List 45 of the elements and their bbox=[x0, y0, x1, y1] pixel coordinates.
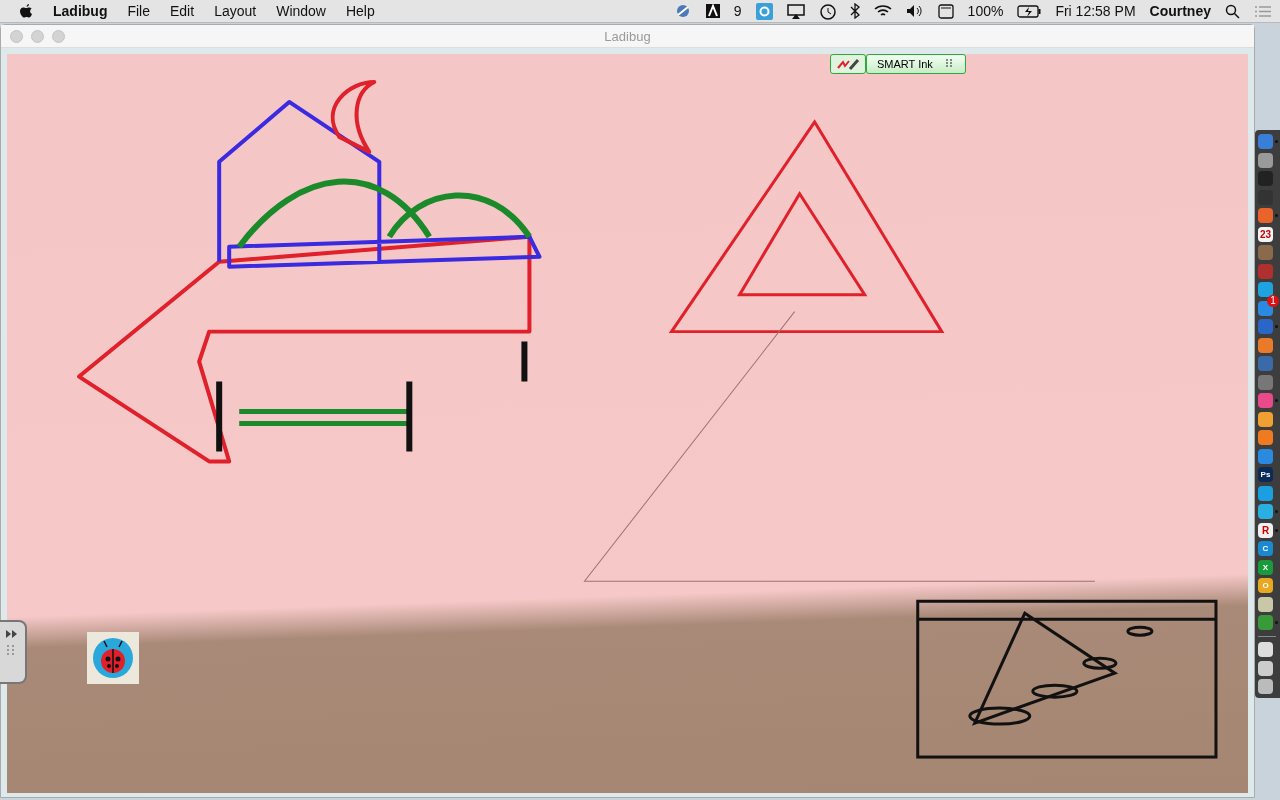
apple-logo-icon[interactable] bbox=[20, 3, 33, 19]
menu-item[interactable]: Edit bbox=[170, 3, 195, 19]
menu-item[interactable]: Window bbox=[276, 3, 326, 19]
grip-icon bbox=[944, 59, 955, 69]
record-icon[interactable] bbox=[755, 2, 773, 20]
pen-tool-button[interactable] bbox=[830, 54, 866, 74]
dock-stack-icon[interactable] bbox=[1258, 642, 1273, 657]
dock-app-icon[interactable] bbox=[1258, 411, 1273, 427]
dock-app-icon[interactable]: 23 bbox=[1258, 226, 1273, 242]
dock-app-icon[interactable]: R bbox=[1258, 522, 1273, 538]
airplay-icon[interactable] bbox=[786, 3, 805, 19]
battery-percentage: 100% bbox=[967, 3, 1004, 19]
dock-stack-icon[interactable] bbox=[1258, 679, 1273, 694]
notification-count: 9 bbox=[733, 3, 742, 19]
dock-app-icon[interactable] bbox=[1258, 485, 1273, 501]
ladibug-button[interactable] bbox=[87, 632, 139, 684]
expand-icon bbox=[5, 628, 19, 658]
dock-stack-icon[interactable] bbox=[1258, 660, 1273, 676]
clock-icon[interactable] bbox=[818, 2, 836, 20]
dock-app-icon[interactable] bbox=[1258, 596, 1273, 612]
battery-charging-icon[interactable] bbox=[1017, 4, 1042, 18]
menu-item[interactable]: Help bbox=[345, 3, 375, 19]
dock-app-icon[interactable] bbox=[1258, 152, 1273, 168]
dock-app-icon[interactable] bbox=[1258, 430, 1273, 445]
window-title: Ladibug bbox=[604, 28, 651, 44]
dock-app-icon[interactable]: X bbox=[1258, 559, 1273, 575]
menubar-clock[interactable]: Fri 12:58 PM bbox=[1055, 3, 1136, 19]
menu-item[interactable]: File bbox=[127, 3, 150, 19]
dock-app-icon[interactable] bbox=[1258, 504, 1273, 519]
pen-icon bbox=[836, 57, 860, 71]
sidebar-handle[interactable] bbox=[0, 620, 27, 684]
dock-app-icon[interactable] bbox=[1258, 448, 1273, 464]
ladybug-icon bbox=[92, 637, 134, 679]
speaker-icon[interactable] bbox=[905, 4, 924, 18]
menu-item[interactable]: Layout bbox=[214, 3, 257, 19]
list-icon[interactable] bbox=[1254, 4, 1272, 18]
search-icon[interactable] bbox=[1225, 3, 1240, 19]
smart-ink-button[interactable]: SMART Ink bbox=[866, 54, 966, 74]
user-name[interactable]: Courtney bbox=[1149, 3, 1211, 19]
wifi-icon[interactable] bbox=[873, 4, 892, 18]
dock-app-icon[interactable]: Ps bbox=[1258, 467, 1273, 482]
bluetooth-icon[interactable] bbox=[849, 3, 860, 19]
dock-app-icon[interactable]: C bbox=[1258, 541, 1273, 556]
app-menu[interactable]: Ladibug bbox=[53, 3, 108, 19]
dock-app-icon[interactable] bbox=[1258, 337, 1273, 353]
